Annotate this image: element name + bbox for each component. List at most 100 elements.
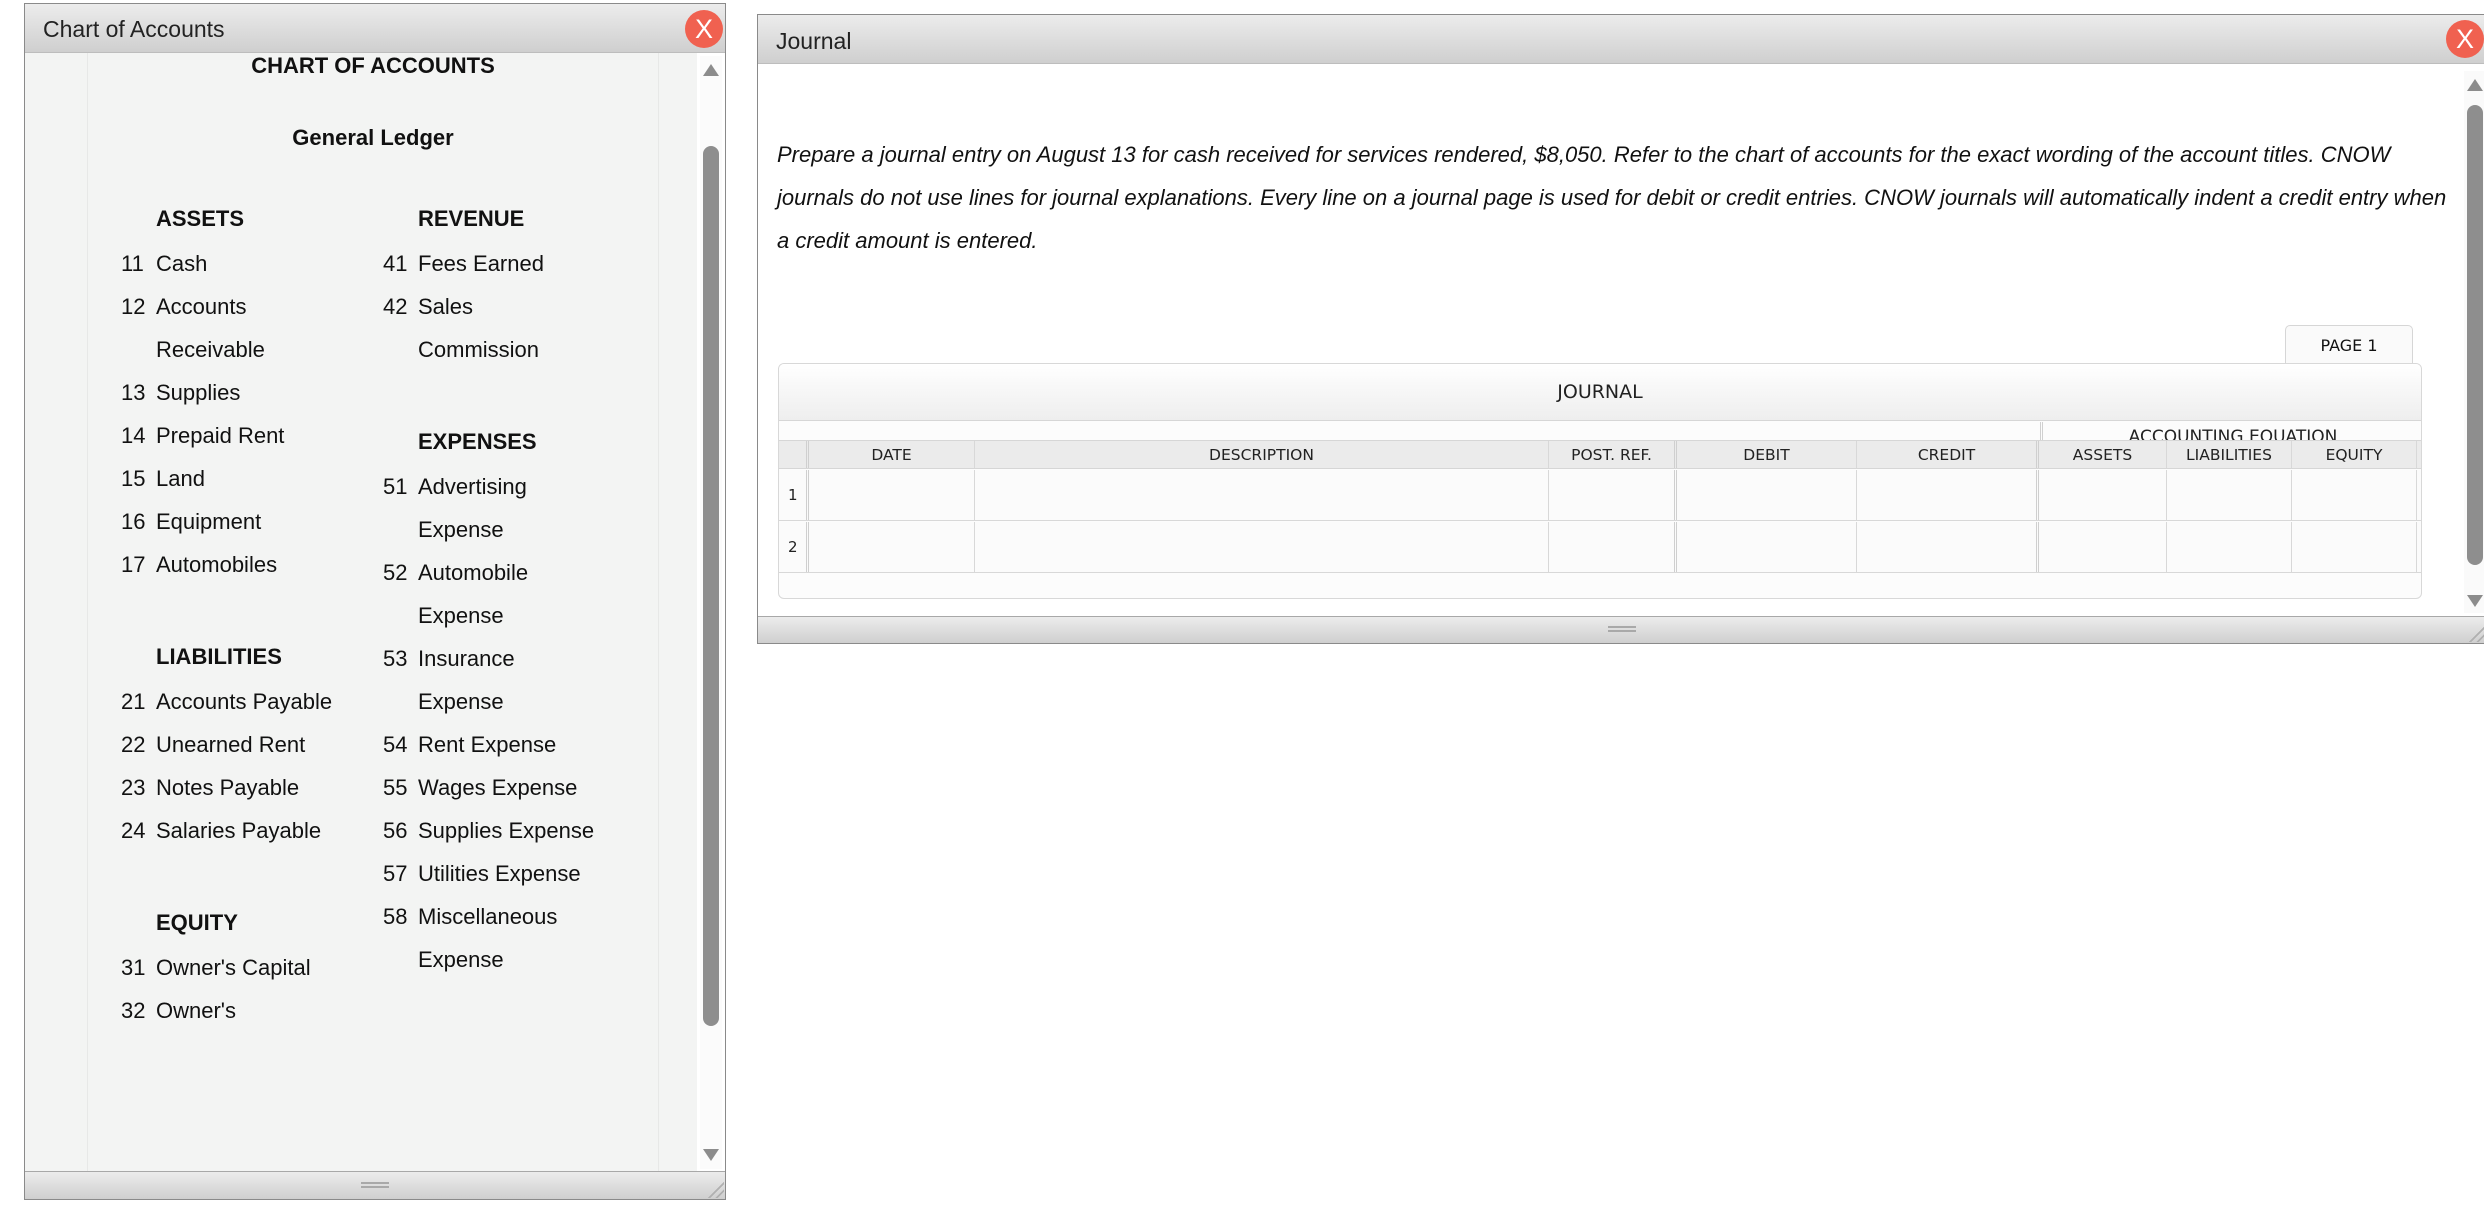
date-input[interactable] xyxy=(809,470,975,520)
account-item: 21 Accounts Payable xyxy=(121,680,371,723)
column-header-date: DATE xyxy=(809,441,975,468)
account-number: 32 xyxy=(121,998,146,1023)
row-number: 2 xyxy=(779,522,809,572)
coa-heading: CHART OF ACCOUNTS xyxy=(251,53,495,78)
revenue-list: 41 Fees Earned 42 Sales Commission xyxy=(383,242,633,371)
debit-input[interactable] xyxy=(1677,470,1857,520)
post-ref-input[interactable] xyxy=(1549,522,1677,572)
column-header-liabilities: LIABILITIES xyxy=(2167,441,2292,468)
account-number: 42 xyxy=(383,294,408,319)
assets-input[interactable] xyxy=(2039,522,2167,572)
scroll-up-arrow-icon[interactable] xyxy=(703,64,719,76)
account-item: 51 Advertising Expense xyxy=(383,465,633,551)
account-item: 11 Cash xyxy=(121,242,371,285)
scroll-down-arrow-icon[interactable] xyxy=(703,1149,719,1161)
post-ref-input[interactable] xyxy=(1549,470,1677,520)
equity-input[interactable] xyxy=(2292,470,2417,520)
account-number: 54 xyxy=(383,732,408,757)
account-item: 17 Automobiles xyxy=(121,543,371,586)
account-number: 55 xyxy=(383,775,408,800)
account-number: 41 xyxy=(383,251,408,276)
account-item: 41 Fees Earned xyxy=(383,242,633,285)
account-name: Sales Commission xyxy=(418,294,540,362)
account-item: 55 Wages Expense xyxy=(383,766,633,809)
account-item: 52 Automobile Expense xyxy=(383,551,633,637)
account-number: 11 xyxy=(121,251,144,276)
coa-scroll-thumb[interactable] xyxy=(703,146,719,1026)
account-item: 15 Land xyxy=(121,457,371,500)
journal-footer-bar xyxy=(758,616,2484,643)
account-name: Advertising Expense xyxy=(418,474,527,542)
journal-window-title: Journal xyxy=(776,28,852,54)
coa-close-button[interactable]: X xyxy=(685,10,723,48)
account-item: 14 Prepaid Rent xyxy=(121,414,371,457)
account-name: Accounts Payable xyxy=(156,689,333,714)
account-number: 24 xyxy=(121,818,146,843)
coa-scrollbar[interactable] xyxy=(700,56,722,1169)
assets-input[interactable] xyxy=(2039,470,2167,520)
drag-grip-icon[interactable] xyxy=(361,1182,389,1188)
account-number: 15 xyxy=(121,466,146,491)
account-name: Cash xyxy=(156,251,208,276)
account-name: Owner's xyxy=(156,998,236,1023)
equity-list: 31 Owner's Capital 32 Owner's xyxy=(121,946,371,1032)
credit-input[interactable] xyxy=(1857,522,2039,572)
equity-input[interactable] xyxy=(2292,522,2417,572)
journal-row: 1 xyxy=(779,470,2421,521)
section-heading-revenue: REVENUE xyxy=(418,206,525,231)
account-number: 17 xyxy=(121,552,146,577)
account-item: 31 Owner's Capital xyxy=(121,946,371,989)
description-input[interactable] xyxy=(975,470,1549,520)
account-name: Owner's Capital xyxy=(156,955,311,980)
account-name: Prepaid Rent xyxy=(156,423,285,448)
description-input[interactable] xyxy=(975,522,1549,572)
scroll-down-arrow-icon[interactable] xyxy=(2467,595,2483,607)
coa-right-column: REVENUE 41 Fees Earned 42 Sales Commission … xyxy=(383,195,633,981)
section-heading-assets: ASSETS xyxy=(156,206,245,231)
liabilities-input[interactable] xyxy=(2167,522,2292,572)
account-name: Utilities Expense xyxy=(418,861,581,886)
coa-subheading: General Ledger xyxy=(292,125,454,150)
account-number: 23 xyxy=(121,775,146,800)
credit-input[interactable] xyxy=(1857,470,2039,520)
coa-footer-bar xyxy=(25,1171,725,1199)
scroll-up-arrow-icon[interactable] xyxy=(2467,79,2483,91)
account-item: 57 Utilities Expense xyxy=(383,852,633,895)
coa-left-column: ASSETS 11 Cash 12 Accounts Receivable 13 Supp… xyxy=(121,195,371,1032)
drag-grip-icon[interactable] xyxy=(1608,626,1636,632)
account-name: Unearned Rent xyxy=(156,732,306,757)
account-item: 24 Salaries Payable xyxy=(121,809,371,852)
account-name: Insurance Expense xyxy=(418,646,515,714)
account-number: 13 xyxy=(121,380,146,405)
assets-list: 11 Cash 12 Accounts Receivable 13 Supplies 14 P… xyxy=(121,242,371,586)
journal-close-button[interactable]: X xyxy=(2446,20,2484,58)
account-name: Fees Earned xyxy=(418,251,544,276)
journal-scrollbar[interactable] xyxy=(2464,71,2484,613)
journal-scroll-thumb[interactable] xyxy=(2467,105,2483,565)
date-input[interactable] xyxy=(809,522,975,572)
account-number: 22 xyxy=(121,732,146,757)
resize-handle-icon[interactable] xyxy=(2467,624,2484,642)
account-name: Accounts Receivable xyxy=(156,294,265,362)
account-name: Supplies Expense xyxy=(418,818,595,843)
resize-handle-icon[interactable] xyxy=(706,1180,724,1198)
account-number: 58 xyxy=(383,904,408,929)
journal-window: Journal X Prepare a journal entry on Aug… xyxy=(757,14,2484,644)
account-number: 12 xyxy=(121,294,146,319)
journal-header-row: DATE DESCRIPTION POST. REF. DEBIT CREDIT… xyxy=(779,440,2421,469)
account-item: 56 Supplies Expense xyxy=(383,809,633,852)
journal-title-bar[interactable]: Journal X xyxy=(758,15,2484,64)
liabilities-input[interactable] xyxy=(2167,470,2292,520)
row-number: 1 xyxy=(779,470,809,520)
column-header-description: DESCRIPTION xyxy=(975,441,1549,468)
page-tab[interactable]: PAGE 1 xyxy=(2285,325,2413,365)
account-number: 14 xyxy=(121,423,146,448)
debit-input[interactable] xyxy=(1677,522,1857,572)
account-name: Land xyxy=(156,466,205,491)
account-number: 31 xyxy=(121,955,146,980)
account-name: Miscellaneous Expense xyxy=(418,904,558,972)
account-item: 23 Notes Payable xyxy=(121,766,371,809)
account-item: 53 Insurance Expense xyxy=(383,637,633,723)
account-number: 51 xyxy=(383,474,408,499)
coa-title-bar[interactable]: Chart of Accounts X xyxy=(25,4,725,53)
